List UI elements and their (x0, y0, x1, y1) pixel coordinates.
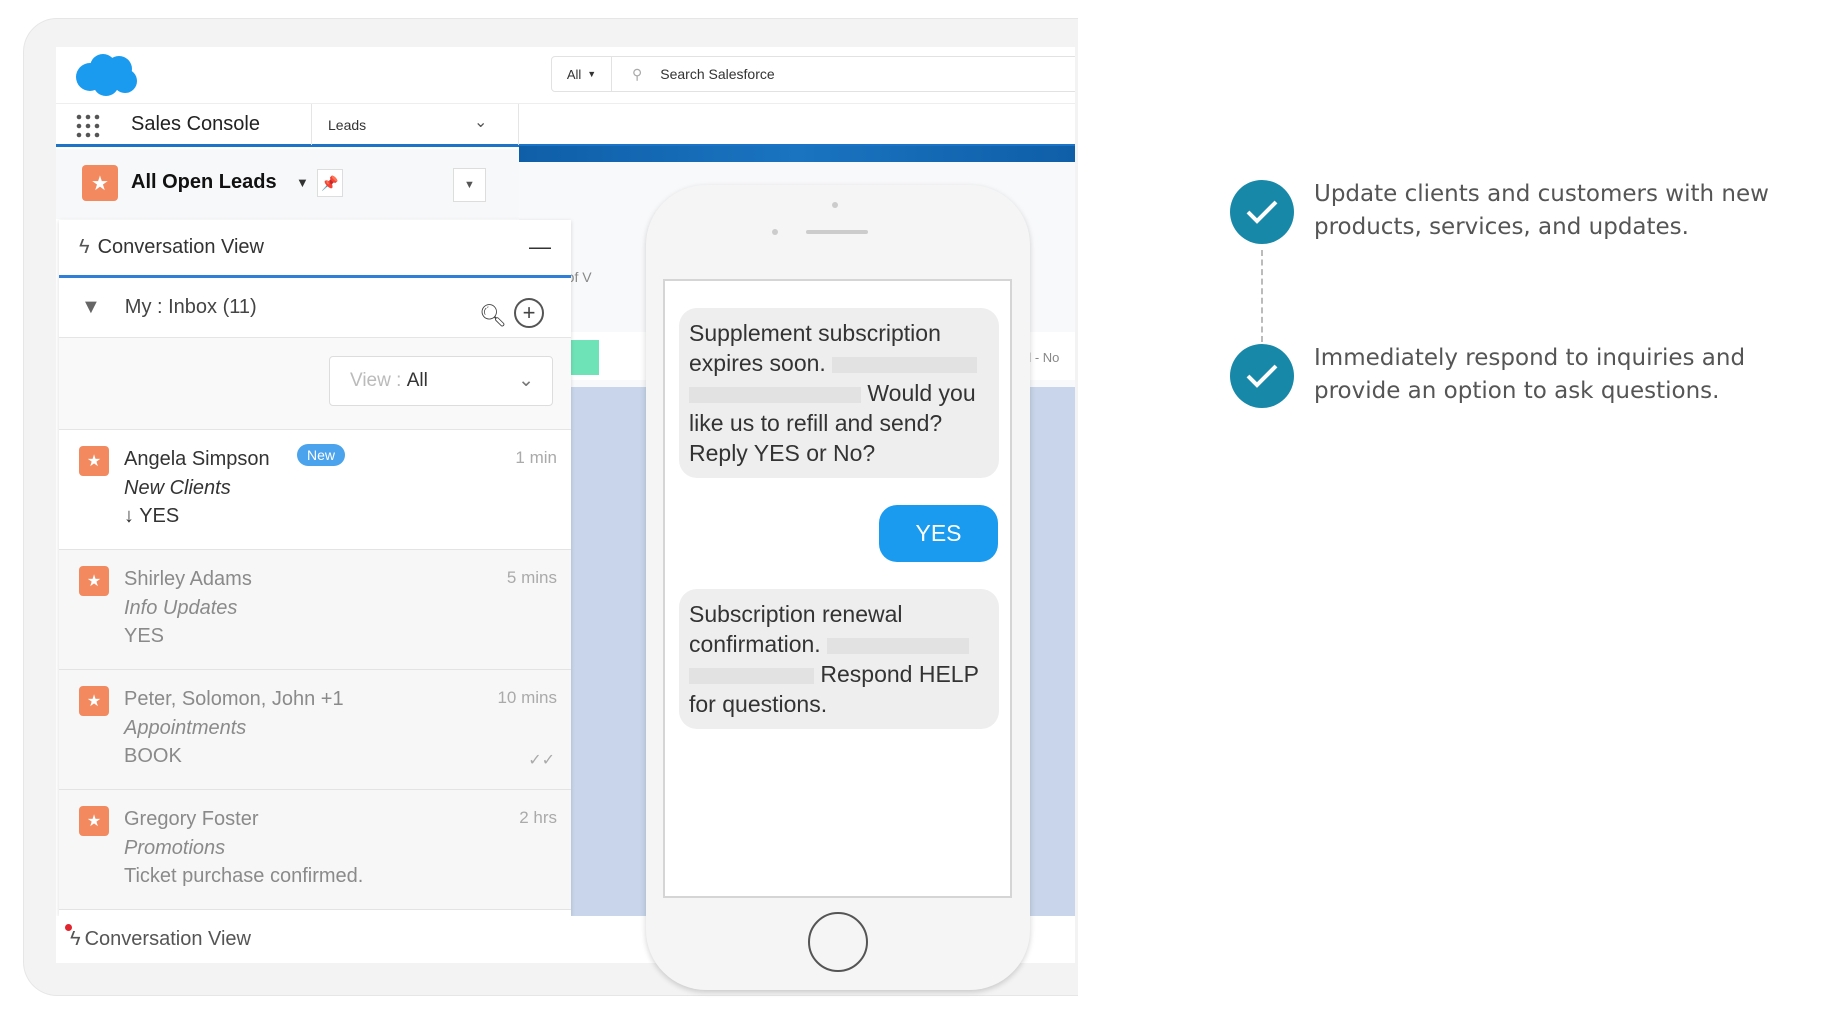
connector-line (1261, 250, 1263, 342)
home-button[interactable] (808, 912, 868, 972)
item-subject: Promotions (124, 837, 226, 859)
lightning-icon: ϟ (79, 236, 90, 258)
inbox-label[interactable]: My : Inbox (11) (125, 296, 257, 319)
inbox-filter-row: ▼ My : Inbox (11) 🔍︎ + (59, 278, 571, 338)
benefit-text: Update clients and customers with new pr… (1314, 181, 1769, 240)
conversation-title: Conversation View (97, 236, 264, 258)
item-subject: Appointments (124, 717, 247, 739)
chevron-down-icon[interactable]: ⌄ (474, 112, 487, 132)
item-message: BOOK (124, 745, 182, 767)
item-message: ↓ YES (124, 505, 179, 528)
search-scope-label: All (566, 66, 582, 82)
list-actions-dropdown[interactable]: ▼ (453, 168, 486, 202)
lead-icon: ★ (79, 566, 109, 596)
item-subject: New Clients (124, 477, 231, 499)
notification-dot-lightning-icon: ϟ (65, 924, 81, 951)
search-icon: ⚲ (632, 65, 643, 82)
phone-sensor (772, 229, 778, 235)
contact-name: Peter, Solomon, John +1 (124, 688, 344, 710)
app-launcher-icon[interactable] (76, 114, 100, 138)
view-prefix: View : (350, 370, 407, 391)
contact-name: Gregory Foster (124, 808, 259, 830)
redacted-text (689, 667, 814, 684)
item-time: 1 min (515, 448, 557, 467)
redacted-text (689, 386, 861, 403)
utility-bar-label: Conversation View (84, 928, 251, 950)
header-banner (519, 146, 1075, 162)
list-view-header: ★ All Open Leads ▼ 📌 ▼ (56, 149, 519, 219)
chevron-down-icon: ⌄ (518, 370, 534, 391)
message-text: YES (139, 505, 180, 527)
add-icon[interactable]: + (514, 298, 544, 328)
filter-icon[interactable]: ▼ (81, 296, 101, 319)
tab-label: Leads (328, 117, 367, 133)
conversation-item[interactable]: ★ Peter, Solomon, John +1 10 mins Appoin… (59, 670, 571, 790)
minimize-icon[interactable]: — (529, 234, 551, 260)
search-scope-dropdown[interactable]: All ▼ (551, 56, 612, 92)
phone-speaker (806, 230, 868, 234)
redacted-text (827, 637, 970, 654)
list-view-dropdown-icon[interactable]: ▼ (296, 175, 309, 190)
item-message: YES (124, 625, 165, 647)
benefit-text: Immediately respond to inquiries and pro… (1314, 345, 1746, 404)
incoming-arrow-icon: ↓ (124, 505, 134, 527)
check-circle-icon (1230, 344, 1294, 408)
list-view-title[interactable]: All Open Leads (131, 171, 277, 194)
contact-name: Shirley Adams (124, 568, 252, 590)
incoming-message: Subscription renewal confirmation. Respo… (679, 589, 999, 729)
salesforce-logo[interactable] (73, 53, 139, 97)
phone-camera (832, 202, 838, 208)
lead-icon: ★ (79, 806, 109, 836)
conversation-item[interactable]: ★ Gregory Foster 2 hrs Promotions Ticket… (59, 790, 571, 910)
tab-leads[interactable]: Leads ⌄ (311, 104, 519, 145)
item-subject: Info Updates (124, 597, 238, 619)
item-message: Ticket purchase confirmed. (124, 865, 364, 887)
conversation-panel: ϟ Conversation View — ▼ My : Inbox (11) … (59, 220, 571, 916)
app-name: Sales Console (131, 113, 260, 135)
lead-icon: ★ (79, 686, 109, 716)
redacted-text (832, 356, 978, 373)
conversation-header: ϟ Conversation View — (59, 220, 571, 278)
lead-icon: ★ (79, 446, 109, 476)
outgoing-message: YES (879, 505, 998, 562)
new-badge: New (297, 444, 346, 466)
view-filter-area: View : All ⌄ (59, 338, 571, 430)
contact-name: Angela Simpson (124, 448, 270, 470)
search-input[interactable]: ⚲ Search Salesforce (612, 56, 1075, 92)
conversation-item[interactable]: ★ Shirley Adams 5 mins Info Updates YES (59, 550, 571, 670)
phone-mockup: Supplement subscription expires soon. Wo… (646, 185, 1030, 990)
item-time: 5 mins (506, 568, 557, 587)
search-placeholder: Search Salesforce (660, 66, 775, 82)
nav-bar: Sales Console Leads ⌄ (56, 103, 1075, 147)
incoming-message: Supplement subscription expires soon. Wo… (679, 308, 999, 478)
view-select[interactable]: View : All ⌄ (329, 356, 553, 406)
phone-screen: Supplement subscription expires soon. Wo… (663, 279, 1012, 898)
read-receipt-icon: ✓✓ (528, 752, 555, 769)
item-time: 10 mins (497, 688, 557, 707)
caret-down-icon: ▼ (587, 69, 597, 79)
lead-icon: ★ (82, 165, 118, 201)
pin-icon[interactable]: 📌 (317, 169, 343, 197)
view-value: All (406, 370, 428, 391)
item-time: 2 hrs (519, 808, 557, 827)
conversation-item[interactable]: ★ Angela Simpson New 1 min New Clients ↓… (59, 430, 571, 550)
search-icon[interactable]: 🔍︎ (479, 303, 507, 329)
check-circle-icon (1230, 180, 1294, 244)
